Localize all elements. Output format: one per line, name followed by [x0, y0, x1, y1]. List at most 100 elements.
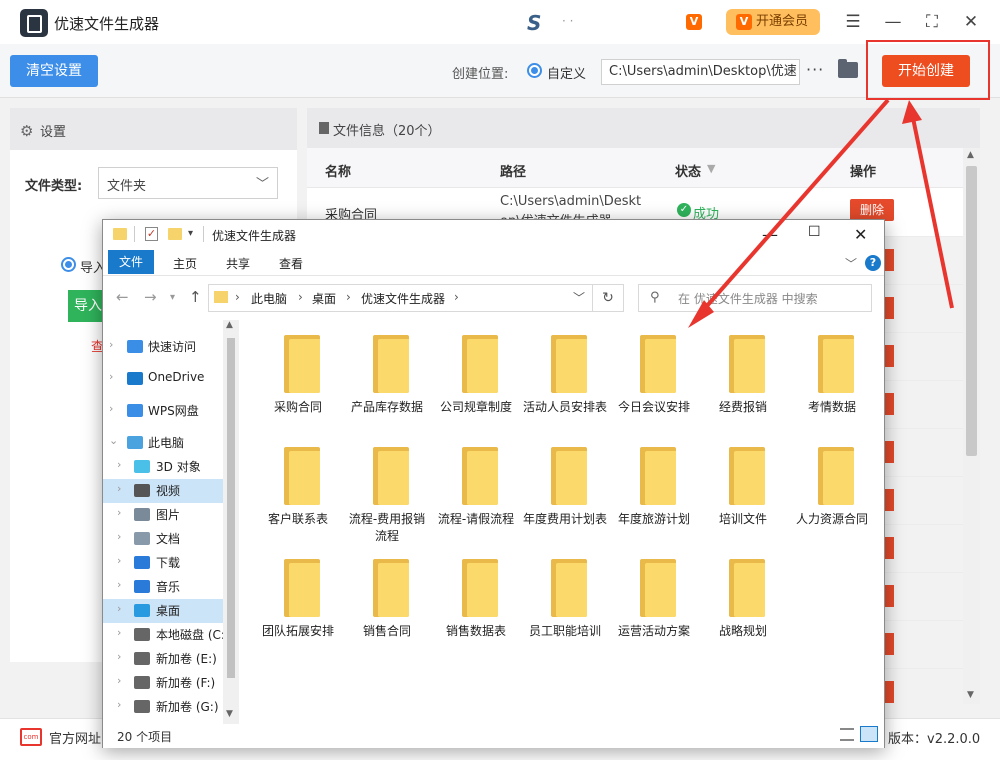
nav-item[interactable]: › 视频	[103, 479, 223, 503]
nav-item[interactable]: › 下载	[103, 551, 223, 575]
properties-icon[interactable]: ✓	[145, 227, 158, 241]
chevron-down-icon[interactable]: ﹀	[845, 255, 857, 272]
scroll-down-icon[interactable]: ▼	[967, 690, 974, 700]
folder-item[interactable]: 经费报销	[699, 325, 787, 435]
breadcrumb-this-pc[interactable]: 此电脑	[251, 290, 287, 307]
delete-button[interactable]	[885, 681, 894, 703]
chevron-right-icon[interactable]: ›	[117, 530, 121, 543]
scroll-up-icon[interactable]: ▲	[226, 320, 233, 330]
folder-item[interactable]: 流程-费用报销流程	[343, 437, 431, 547]
help-icon[interactable]: ?	[865, 255, 881, 271]
folder-item[interactable]: 运营活动方案	[610, 549, 698, 659]
breadcrumb-separator[interactable]: ›	[346, 290, 351, 304]
delete-button[interactable]	[885, 393, 894, 415]
breadcrumb-separator[interactable]: ›	[235, 290, 240, 304]
delete-button[interactable]	[885, 297, 894, 319]
nav-item[interactable]: › 新加卷 (F:)	[103, 671, 223, 695]
chevron-right-icon[interactable]: ›	[109, 402, 113, 415]
vip-badge-icon[interactable]: V	[686, 14, 702, 30]
chevron-right-icon[interactable]: ›	[117, 650, 121, 663]
nav-item[interactable]: ⌄ 此电脑	[103, 431, 223, 455]
custom-location-radio[interactable]	[527, 63, 542, 78]
ribbon-tab-view[interactable]: 查看	[279, 255, 303, 272]
folder-item[interactable]: 销售数据表	[432, 549, 520, 659]
folder-item[interactable]: 今日会议安排	[610, 325, 698, 435]
nav-item[interactable]: › 文档	[103, 527, 223, 551]
delete-button[interactable]	[885, 345, 894, 367]
folder-item[interactable]: 人力资源合同	[788, 437, 876, 547]
breadcrumb-folder[interactable]: 优速文件生成器	[361, 290, 445, 307]
ribbon-tab-share[interactable]: 共享	[226, 255, 250, 272]
table-scrollbar-thumb[interactable]	[966, 166, 977, 456]
nav-item[interactable]: › 新加卷 (G:)	[103, 695, 223, 719]
nav-item[interactable]: › 快速访问	[103, 335, 223, 359]
folder-item[interactable]: 公司规章制度	[432, 325, 520, 435]
chevron-right-icon[interactable]: ›	[117, 506, 121, 519]
breadcrumb-separator[interactable]: ›	[298, 290, 303, 304]
breadcrumb-separator[interactable]: ›	[454, 290, 459, 304]
chevron-right-icon[interactable]: ›	[117, 458, 121, 471]
refresh-icon[interactable]: ↻	[593, 284, 624, 312]
nav-item[interactable]: › WPS网盘	[103, 399, 223, 423]
nav-item[interactable]: › 本地磁盘 (C:	[103, 623, 225, 647]
nav-item[interactable]: › 图片	[103, 503, 223, 527]
scroll-up-icon[interactable]: ▲	[967, 150, 974, 160]
delete-button[interactable]	[885, 585, 894, 607]
folder-item[interactable]: 客户联系表	[254, 437, 342, 547]
folder-item[interactable]: 流程-请假流程	[432, 437, 520, 547]
folder-item[interactable]: 战略规划	[699, 549, 787, 659]
new-folder-icon[interactable]	[168, 228, 182, 240]
nav-item[interactable]: › 桌面	[103, 599, 223, 623]
chevron-right-icon[interactable]: ›	[117, 602, 121, 615]
chevron-right-icon[interactable]: ›	[117, 482, 121, 495]
forward-arrow-icon[interactable]: →	[144, 288, 157, 306]
clear-settings-button[interactable]: 清空设置	[10, 55, 98, 87]
delete-button[interactable]	[885, 489, 894, 511]
delete-button[interactable]: 删除	[850, 199, 894, 221]
chevron-right-icon[interactable]: ›	[109, 338, 113, 351]
folder-item[interactable]: 员工职能培训	[521, 549, 609, 659]
import-radio[interactable]	[61, 257, 76, 272]
folder-item[interactable]: 活动人员安排表	[521, 325, 609, 435]
fullscreen-icon[interactable]: ⛶	[921, 11, 943, 33]
delete-button[interactable]	[885, 537, 894, 559]
maximize-icon[interactable]: ☐	[808, 224, 821, 240]
folder-item[interactable]: 销售合同	[343, 549, 431, 659]
details-view-icon[interactable]	[840, 728, 854, 741]
up-arrow-icon[interactable]: ↑	[189, 288, 202, 306]
more-options-button[interactable]: ···	[806, 60, 824, 79]
delete-button[interactable]	[885, 441, 894, 463]
delete-button[interactable]	[885, 633, 894, 655]
nav-item[interactable]: › 3D 对象	[103, 455, 223, 479]
filter-icon[interactable]: ▼	[707, 162, 715, 175]
back-arrow-icon[interactable]: ←	[116, 288, 129, 306]
nav-item[interactable]: › OneDrive	[103, 367, 223, 391]
close-icon[interactable]: ✕	[854, 225, 867, 244]
customize-toolbar-icon[interactable]: ▾	[188, 228, 193, 239]
nav-item[interactable]: › 音乐	[103, 575, 223, 599]
close-icon[interactable]: ✕	[960, 11, 982, 33]
folder-item[interactable]: 产品库存数据	[343, 325, 431, 435]
menu-icon[interactable]: ☰	[842, 11, 864, 33]
minimize-icon[interactable]: —	[882, 11, 904, 33]
folder-item[interactable]: 考情数据	[788, 325, 876, 435]
ribbon-tab-file[interactable]: 文件	[108, 250, 154, 274]
chevron-right-icon[interactable]: ›	[117, 554, 121, 567]
chevron-right-icon[interactable]: ›	[117, 578, 121, 591]
delete-button[interactable]	[885, 249, 894, 271]
chevron-right-icon[interactable]: ›	[117, 674, 121, 687]
chevron-right-icon[interactable]: ›	[117, 698, 121, 711]
custom-location-label[interactable]: 自定义	[547, 63, 586, 82]
recent-locations-icon[interactable]: ▾	[170, 292, 175, 303]
folder-item[interactable]: 培训文件	[699, 437, 787, 547]
ribbon-tab-home[interactable]: 主页	[173, 255, 197, 272]
folder-item[interactable]: 年度旅游计划	[610, 437, 698, 547]
path-input[interactable]: C:\Users\admin\Desktop\优速	[601, 59, 800, 85]
vip-button[interactable]: V 开通会员	[726, 9, 820, 35]
chevron-right-icon[interactable]: ⌄	[109, 434, 118, 447]
folder-item[interactable]: 采购合同	[254, 325, 342, 435]
chevron-right-icon[interactable]: ›	[109, 370, 113, 383]
folder-icon[interactable]	[838, 59, 858, 78]
chevron-right-icon[interactable]: ›	[117, 626, 121, 639]
large-icons-view-icon[interactable]	[860, 726, 878, 742]
